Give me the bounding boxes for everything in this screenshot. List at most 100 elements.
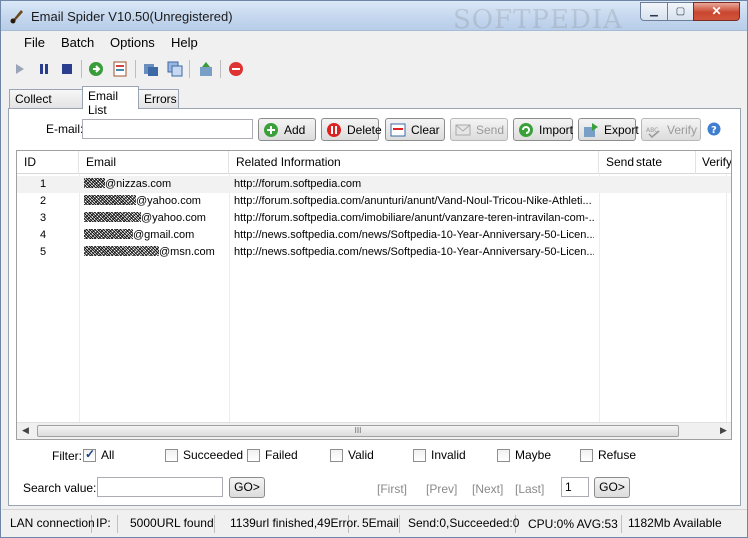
row-id: 4 [40, 229, 47, 241]
toolbar [2, 55, 747, 83]
export-icon[interactable] [142, 60, 160, 78]
column-header-related-information[interactable]: Related Information [229, 151, 599, 174]
search-go-button[interactable]: GO> [229, 477, 265, 498]
table-row[interactable]: 3 @yahoo.com http://forum.softpedia.com/… [17, 210, 731, 227]
filter-invalid-label: Invalid [431, 448, 466, 462]
column-header-email[interactable]: Email [79, 151, 229, 174]
minimize-button[interactable]: ▁ [640, 2, 668, 21]
window-title: Email Spider V10.50(Unregistered) [31, 9, 233, 24]
column-header-id[interactable]: ID [17, 151, 79, 174]
export-icon [583, 122, 599, 138]
verify-label: Verify [667, 122, 698, 137]
spider-app-icon [9, 8, 25, 24]
row-related-info: http://forum.softpedia.com/imobiliare/an… [234, 212, 594, 224]
import-icon[interactable] [197, 60, 215, 78]
add-button[interactable]: Add [258, 118, 316, 141]
filter-refuse-checkbox[interactable] [580, 449, 593, 462]
row-id: 2 [40, 195, 47, 207]
toolbar-separator [135, 60, 136, 78]
row-related-info: http://forum.softpedia.com [234, 178, 362, 190]
app-window: Email Spider V10.50(Unregistered) SOFTPE… [0, 0, 748, 538]
filter-all-label: All [101, 448, 115, 462]
filter-succeeded-checkbox[interactable] [165, 449, 178, 462]
start-url-icon[interactable] [87, 60, 105, 78]
filter-all-checkbox[interactable] [83, 447, 96, 462]
toolbar-separator [81, 60, 82, 78]
send-label: Send [476, 122, 505, 137]
row-related-info: http://forum.softpedia.com/anunturi/anun… [234, 195, 592, 207]
scroll-thumb[interactable]: III [37, 425, 679, 437]
toolbar-separator [189, 60, 190, 78]
horizontal-scrollbar[interactable]: ◀ III ▶ [17, 422, 731, 439]
row-id: 3 [40, 212, 47, 224]
filter-maybe-label: Maybe [515, 448, 552, 462]
exit-icon[interactable] [227, 60, 245, 78]
row-related-info: http://news.softpedia.com/news/Softpedia… [234, 229, 594, 241]
menu-batch[interactable]: Batch [61, 35, 94, 50]
svg-text:?: ? [711, 125, 717, 136]
table-row[interactable]: 5 @msn.com http://news.softpedia.com/new… [17, 244, 731, 261]
status-email-count: 5Email [358, 515, 400, 533]
search-input[interactable] [97, 477, 223, 497]
pause-icon[interactable] [35, 60, 53, 78]
stop-icon[interactable] [58, 60, 76, 78]
row-email: @yahoo.com [136, 195, 201, 207]
row-email: @gmail.com [133, 229, 195, 241]
table-row[interactable]: 4 @gmail.com http://news.softpedia.com/n… [17, 227, 731, 244]
table-row[interactable]: 2 @yahoo.com http://forum.softpedia.com/… [17, 193, 731, 210]
help-icon[interactable]: ? [707, 122, 721, 139]
pager-last-link[interactable]: [Last] [515, 482, 544, 496]
pager-first-link[interactable]: [First] [377, 482, 407, 496]
redacted-mask [84, 246, 159, 256]
import-button[interactable]: Import [513, 118, 573, 141]
delete-button[interactable]: Delete [321, 118, 382, 141]
menu-options[interactable]: Options [110, 35, 155, 50]
tab-collect-email[interactable]: Collect Email [9, 89, 83, 120]
status-memory: 1182Mb Available [628, 516, 722, 530]
filter-maybe-checkbox[interactable] [497, 449, 510, 462]
scroll-right-icon[interactable]: ▶ [720, 425, 727, 436]
delete-label: Delete [347, 122, 382, 137]
column-header-send[interactable]: Send [599, 151, 634, 174]
column-header-verify[interactable]: Verify [696, 151, 731, 174]
pager-next-link[interactable]: [Next] [472, 482, 503, 496]
scroll-left-icon[interactable]: ◀ [22, 425, 29, 436]
toolbar-separator [220, 60, 221, 78]
delete-icon [326, 122, 342, 138]
redacted-mask [84, 229, 133, 239]
filter-invalid-checkbox[interactable] [413, 449, 426, 462]
tab-errors[interactable]: Errors [138, 89, 179, 108]
status-bar: LAN connection IP: 5000URL found 1139url… [2, 509, 747, 537]
grid-header: ID Email Related Information Send state … [17, 151, 731, 174]
filter-failed-checkbox[interactable] [247, 449, 260, 462]
clear-button[interactable]: Clear [385, 118, 445, 141]
row-email: @yahoo.com [141, 212, 206, 224]
play-icon[interactable] [11, 60, 29, 78]
send-button[interactable]: Send [450, 118, 508, 141]
table-row[interactable]: 1 @nizzas.com http://forum.softpedia.com [17, 176, 731, 193]
filter-valid-checkbox[interactable] [330, 449, 343, 462]
email-input[interactable] [82, 119, 253, 139]
status-send: Send:0,Succeeded:0 [404, 515, 519, 533]
open-list-icon[interactable] [111, 60, 129, 78]
verify-button[interactable]: ABC Verify [641, 118, 701, 141]
menu-help[interactable]: Help [171, 35, 198, 50]
status-progress: 1139url finished,49Error. [226, 515, 360, 533]
pager-prev-link[interactable]: [Prev] [426, 482, 457, 496]
page-number-input[interactable] [561, 477, 589, 497]
page-go-button[interactable]: GO> [594, 477, 630, 498]
export-button[interactable]: Export [578, 118, 639, 141]
redacted-mask [84, 212, 141, 222]
status-cpu-text: CPU:0% AVG:53 [528, 516, 618, 531]
maximize-button[interactable]: ▢ [667, 2, 694, 21]
column-header-state[interactable]: state [630, 151, 696, 174]
filter-succeeded-label: Succeeded [183, 448, 244, 462]
tab-email-list[interactable]: Email List [82, 86, 139, 117]
row-id: 5 [40, 246, 47, 258]
clear-label: Clear [411, 122, 440, 137]
status-ip: IP: [92, 515, 118, 533]
close-button[interactable]: ✕ [693, 2, 740, 21]
status-urls-found: 5000URL found [126, 515, 215, 533]
menu-file[interactable]: File [24, 35, 45, 50]
copy-icon[interactable] [166, 60, 184, 78]
